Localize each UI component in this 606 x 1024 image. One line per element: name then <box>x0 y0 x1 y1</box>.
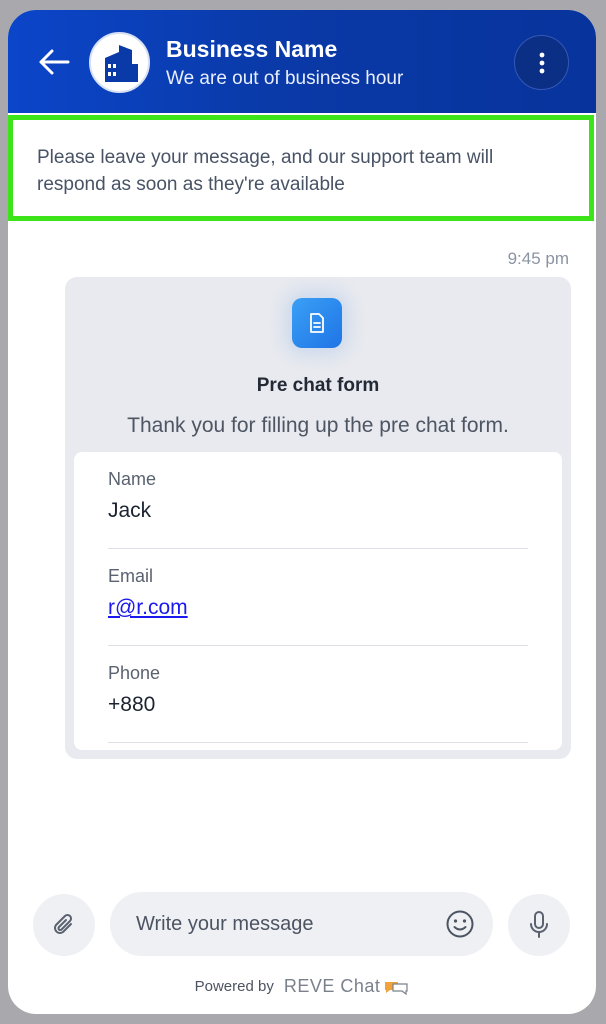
brand-link[interactable]: REVE Chat <box>284 976 381 997</box>
field-label: Name <box>108 469 157 489</box>
message-timestamp: 9:45 pm <box>507 249 569 268</box>
menu-button[interactable] <box>514 35 569 90</box>
paperclip-icon <box>54 913 73 934</box>
more-vertical-icon <box>539 52 544 73</box>
form-title: Pre chat form <box>256 375 380 396</box>
message-box <box>110 892 493 956</box>
business-logo <box>89 32 150 93</box>
mic-button[interactable] <box>508 894 570 956</box>
form-icon-badge <box>292 298 342 348</box>
back-button[interactable] <box>34 45 74 79</box>
offline-notice: Please leave your message, and our suppo… <box>8 115 594 221</box>
arrow-left-icon <box>39 49 70 75</box>
field-email: Email r@r.com <box>108 549 528 646</box>
field-value: +880 <box>108 693 156 716</box>
form-subtitle: Thank you for filling up the pre chat fo… <box>127 414 509 437</box>
document-icon <box>310 313 324 333</box>
chat-bubbles-icon <box>385 981 408 995</box>
email-link[interactable]: r@r.com <box>108 596 188 620</box>
chat-header: Business Name We are out of business hou… <box>8 10 596 113</box>
field-phone: Phone +880 <box>108 646 528 743</box>
business-name: Business Name <box>166 36 338 62</box>
field-label: Phone <box>108 663 161 683</box>
smiley-icon <box>446 910 474 938</box>
field-name: Name Jack <box>108 452 528 549</box>
form-fields: Name Jack Email r@r.com Phone +880 <box>74 452 562 750</box>
emoji-button[interactable] <box>445 909 475 939</box>
business-status: We are out of business hour <box>166 68 404 89</box>
powered-by-label: Powered by <box>194 978 274 995</box>
message-input[interactable] <box>136 892 426 956</box>
field-value: Jack <box>108 499 152 522</box>
attach-button[interactable] <box>33 894 95 956</box>
microphone-icon <box>530 911 548 938</box>
prechat-form-card: Pre chat form Thank you for filling up t… <box>65 277 571 759</box>
powered-by: Powered by REVE Chat <box>8 976 596 997</box>
chat-widget: Business Name We are out of business hou… <box>8 10 596 1014</box>
field-label: Email <box>108 566 154 586</box>
building-icon <box>104 44 138 82</box>
